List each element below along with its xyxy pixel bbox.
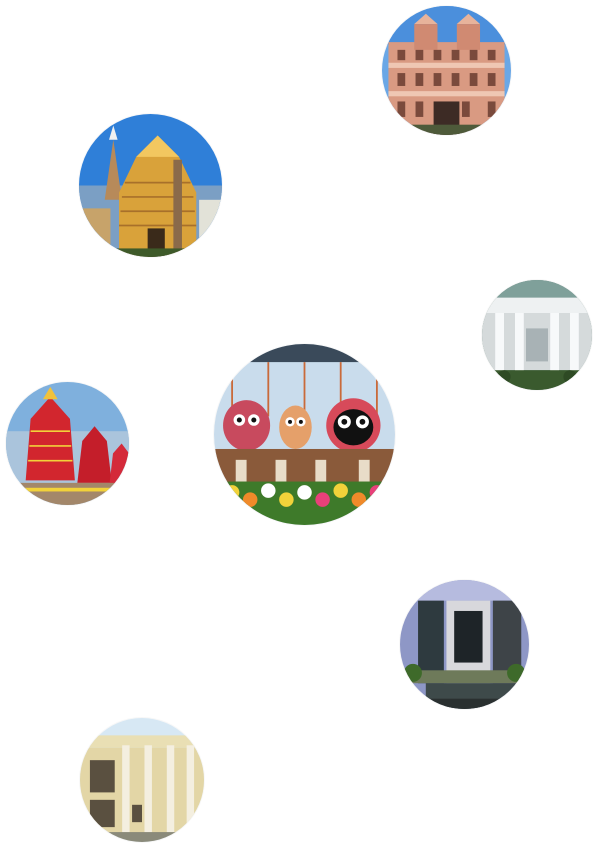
colonnade-building-photo <box>80 718 204 842</box>
photo-bubble-collage <box>0 0 598 852</box>
rath-yatra-chariots-photo <box>6 382 129 505</box>
jagannath-deities-photo <box>214 344 395 525</box>
pink-heritage-building-photo <box>382 6 511 135</box>
golden-temple-photo <box>79 114 222 257</box>
modern-interior-photo <box>400 580 529 709</box>
white-portico-night-photo <box>482 280 592 390</box>
